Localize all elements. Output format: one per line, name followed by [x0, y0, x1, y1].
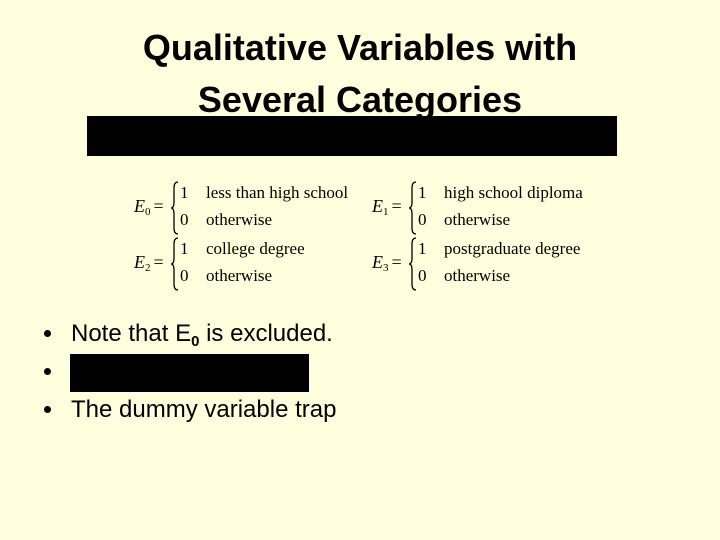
left-brace-icon — [170, 237, 179, 291]
equation-subscript: 2 — [145, 262, 151, 274]
equation-case-row: 0 otherwise — [180, 210, 272, 230]
left-brace-icon — [408, 237, 417, 291]
equation-lhs: E2 = — [134, 252, 164, 274]
equation-e0: E0 = 1 less than high school 0 otherwise — [134, 180, 374, 236]
equation-e3: E3 = 1 postgraduate degree 0 otherwise — [372, 236, 612, 292]
case-label: otherwise — [206, 210, 273, 229]
case-value: 0 — [418, 266, 427, 285]
case-value: 1 — [418, 183, 427, 202]
bullet-dot-icon — [44, 368, 51, 375]
left-brace-icon — [170, 181, 179, 235]
slide-title-line-1: Qualitative Variables with — [142, 27, 578, 68]
case-value: 0 — [180, 266, 189, 285]
case-value: 1 — [180, 239, 189, 258]
equation-variable: E — [372, 252, 383, 272]
case-label: otherwise — [444, 210, 511, 229]
redacted-block — [87, 116, 617, 156]
slide-title: Qualitative Variables with Several Categ… — [0, 22, 720, 126]
redacted-block — [70, 354, 309, 392]
equation-variable: E — [134, 252, 145, 272]
equation-e2: E2 = 1 college degree 0 otherwise — [134, 236, 374, 292]
equation-variable: E — [134, 196, 145, 216]
case-label: less than high school — [206, 183, 349, 202]
equation-subscript: 1 — [383, 206, 389, 218]
equals-sign: = — [391, 252, 402, 272]
bullet-dot-icon — [44, 406, 51, 413]
case-value: 0 — [180, 210, 189, 229]
bullet-text: The dummy variable trap — [71, 396, 337, 423]
case-label: otherwise — [206, 266, 273, 285]
equation-case-row: 0 otherwise — [418, 266, 510, 286]
equals-sign: = — [153, 196, 164, 216]
left-brace-icon — [408, 181, 417, 235]
equals-sign: = — [391, 196, 402, 216]
bullet-text-post: is excluded. — [199, 320, 333, 347]
case-value: 1 — [418, 239, 427, 258]
equation-subscript: 0 — [145, 206, 151, 218]
equation-lhs: E1 = — [372, 196, 402, 218]
equation-lhs: E3 = — [372, 252, 402, 274]
equation-case-row: 1 high school diploma — [418, 183, 583, 203]
equation-case-row: 1 college degree — [180, 239, 305, 259]
equation-variable: E — [372, 196, 383, 216]
equation-case-row: 1 postgraduate degree — [418, 239, 580, 259]
equation-e1: E1 = 1 high school diploma 0 otherwise — [372, 180, 612, 236]
equation-case-row: 1 less than high school — [180, 183, 348, 203]
equation-case-row: 0 otherwise — [418, 210, 510, 230]
case-label: high school diploma — [444, 183, 583, 202]
equation-subscript: 3 — [383, 262, 389, 274]
equation-lhs: E0 = — [134, 196, 164, 218]
equals-sign: = — [153, 252, 164, 272]
case-label: postgraduate degree — [444, 239, 581, 258]
equation-case-row: 0 otherwise — [180, 266, 272, 286]
case-label: otherwise — [444, 266, 511, 285]
bullet-text-pre: Note that E — [71, 320, 192, 347]
case-value: 0 — [418, 210, 427, 229]
case-label: college degree — [206, 239, 305, 258]
case-value: 1 — [180, 183, 189, 202]
bullet-dot-icon — [44, 330, 51, 337]
